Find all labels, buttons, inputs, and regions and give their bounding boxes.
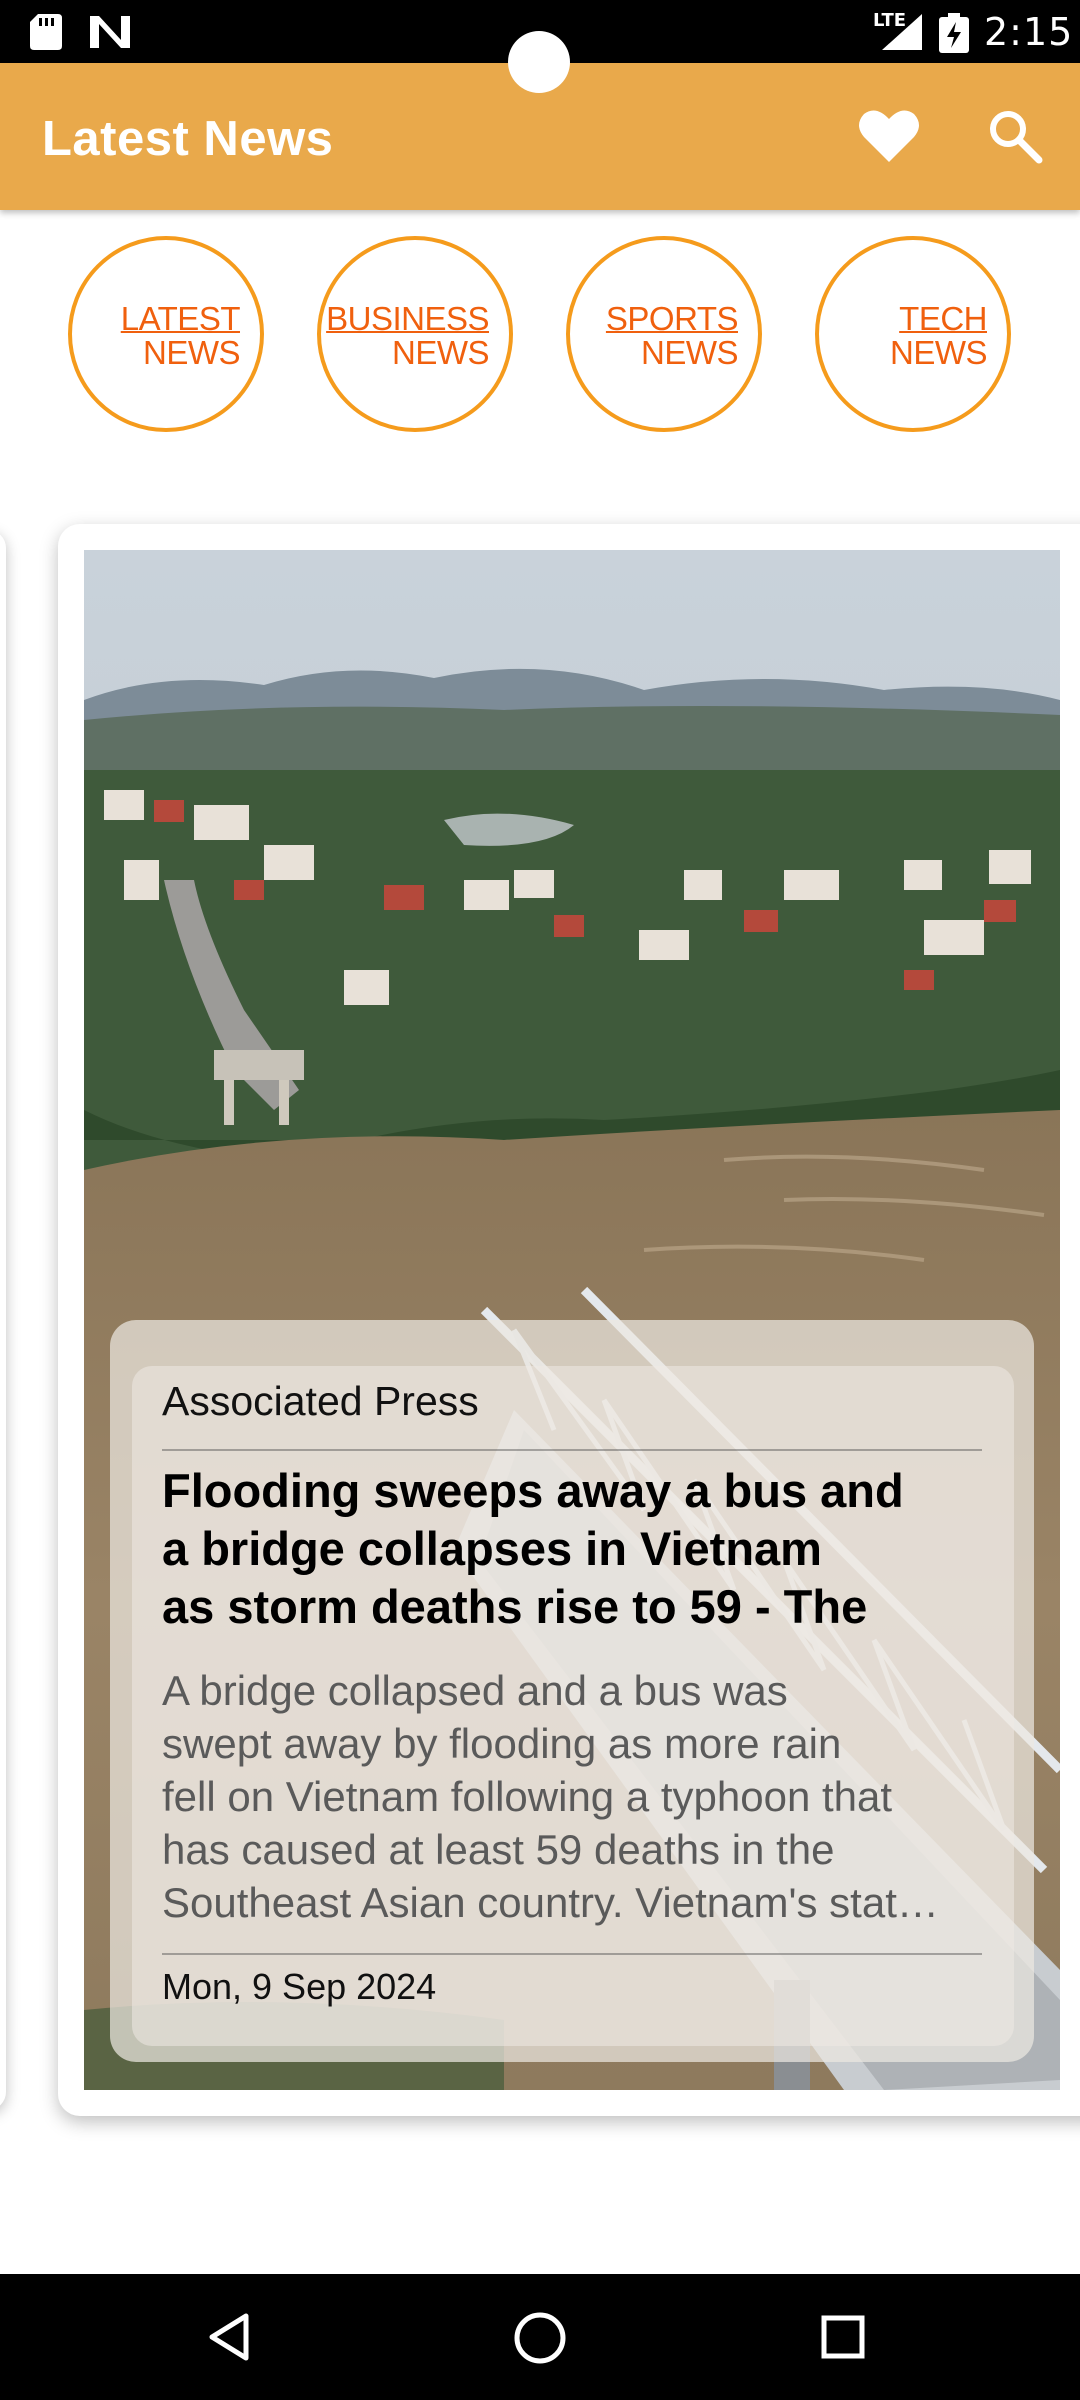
category-sports-news[interactable]: SPORTS NEWS xyxy=(566,236,762,432)
description-line: fell on Vietnam following a typhoon that xyxy=(162,1773,893,1820)
article-description: A bridge collapsed and a bus was swept a… xyxy=(162,1664,982,1929)
category-label-top: BUSINESS xyxy=(326,300,489,337)
category-latest-news[interactable]: LATEST NEWS xyxy=(68,236,264,432)
signal-icon xyxy=(882,14,922,50)
category-label-bottom: NEWS xyxy=(392,334,490,371)
description-line: A bridge collapsed and a bus was xyxy=(162,1667,788,1714)
category-label-bottom: NEWS xyxy=(890,334,988,371)
article-title-line: Flooding sweeps away a bus and xyxy=(162,1464,904,1517)
category-label-bottom: NEWS xyxy=(143,334,241,371)
battery-charging-icon xyxy=(939,13,969,53)
category-tech-news[interactable]: TECH NEWS xyxy=(815,236,1011,432)
navigation-bar xyxy=(0,2274,1080,2400)
back-icon[interactable] xyxy=(206,2312,252,2362)
page-title: Latest News xyxy=(42,112,334,166)
category-business-news[interactable]: BUSINESS NEWS xyxy=(317,236,513,432)
article-source: Associated Press xyxy=(162,1378,479,1424)
sd-card-icon xyxy=(30,14,62,50)
article-title-line: as storm deaths rise to 59 - The xyxy=(162,1580,868,1633)
recents-icon[interactable] xyxy=(820,2314,866,2360)
category-label-bottom: NEWS xyxy=(641,334,739,371)
heart-icon[interactable] xyxy=(858,108,920,164)
article-title[interactable]: Flooding sweeps away a bus and a bridge … xyxy=(162,1462,982,1636)
previous-article-card[interactable] xyxy=(0,530,6,2110)
divider xyxy=(162,1449,982,1451)
article-title-line: a bridge collapses in Vietnam xyxy=(162,1522,822,1575)
n-logo-icon xyxy=(90,16,130,48)
article-date: Mon, 9 Sep 2024 xyxy=(162,1966,437,2007)
description-line: swept away by flooding as more rain xyxy=(162,1720,842,1767)
category-label-top: TECH xyxy=(899,300,987,337)
divider xyxy=(162,1953,982,1955)
camera-cutout xyxy=(508,31,570,93)
clock: 2:15 xyxy=(984,10,1074,54)
home-icon[interactable] xyxy=(512,2310,568,2366)
description-line: has caused at least 59 deaths in the xyxy=(162,1826,835,1873)
category-label-top: LATEST xyxy=(120,300,241,337)
description-line: Southeast Asian country. Vietnam's stat… xyxy=(162,1879,939,1926)
search-icon[interactable] xyxy=(986,107,1046,167)
category-label-top: SPORTS xyxy=(605,300,739,337)
